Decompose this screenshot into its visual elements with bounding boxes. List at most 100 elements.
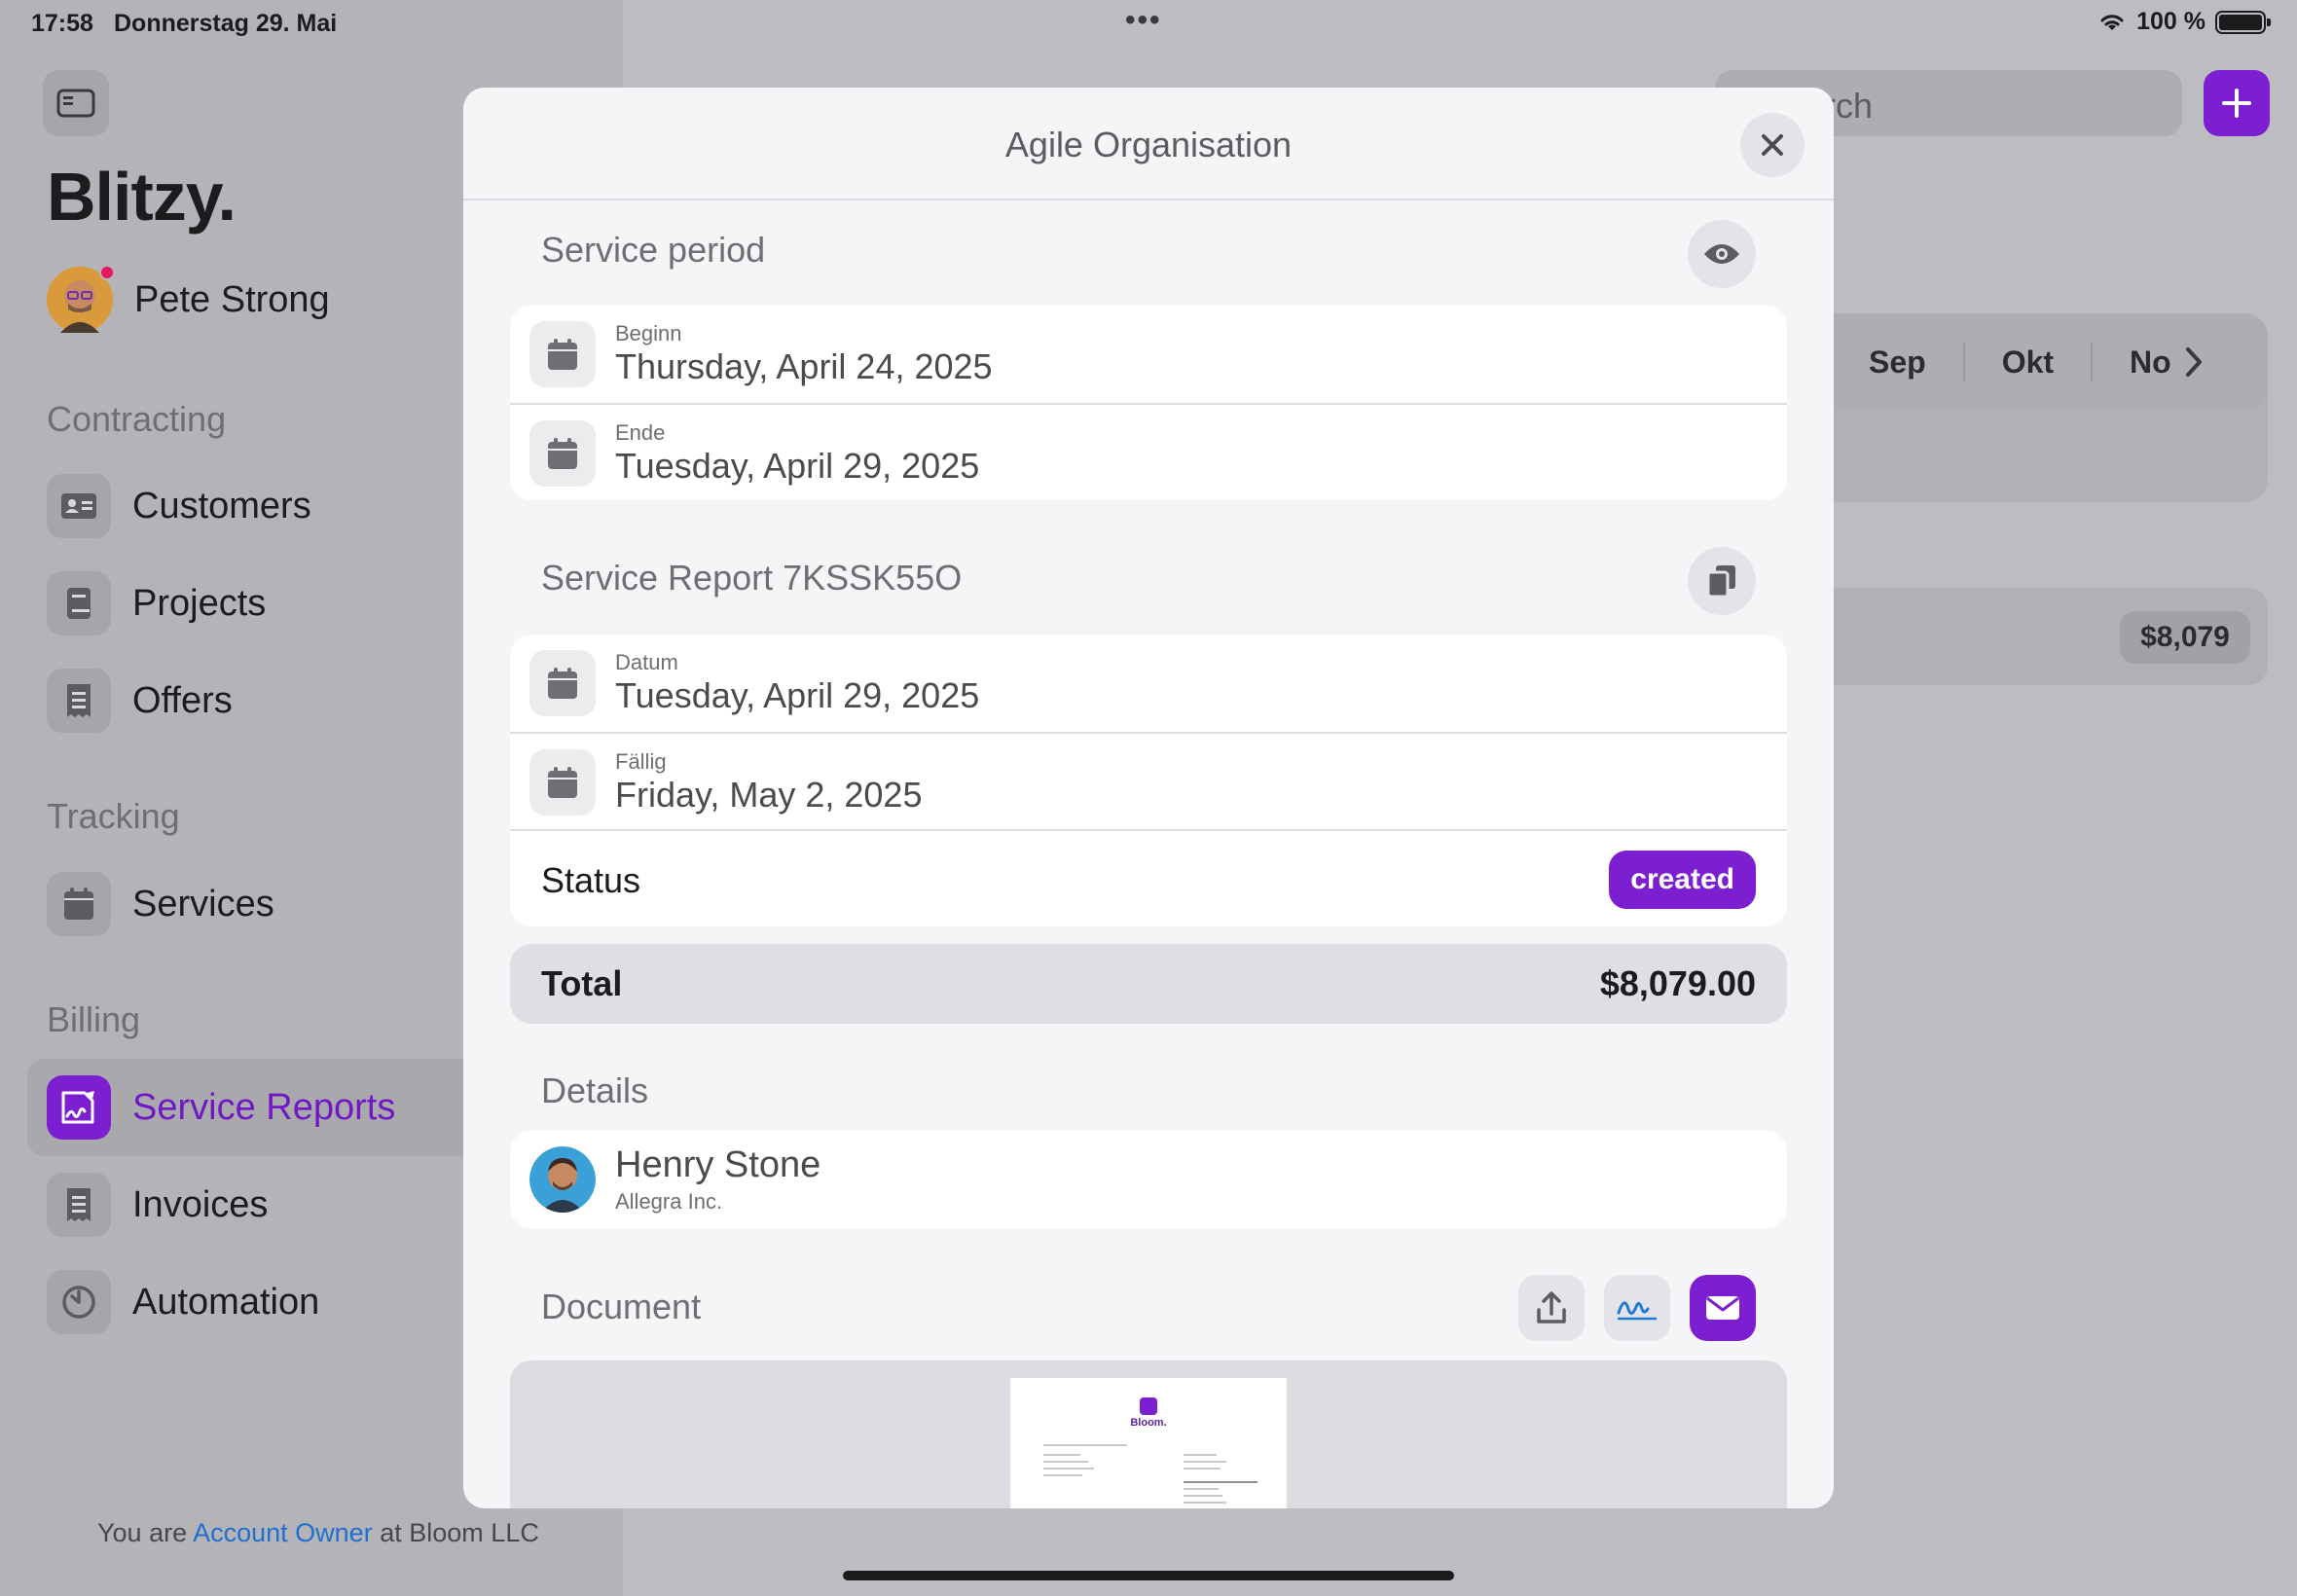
date-value: Tuesday, April 29, 2025 xyxy=(615,675,980,715)
eye-icon xyxy=(1704,244,1739,264)
sidebar-item-invoices[interactable]: Invoices xyxy=(47,1170,268,1240)
service-report-modal: Agile Organisation Service period Beginn… xyxy=(463,88,1834,1508)
section-title-tracking: Tracking xyxy=(47,796,180,836)
begin-value: Thursday, April 24, 2025 xyxy=(615,346,993,386)
battery-icon xyxy=(2215,10,2271,34)
month-item[interactable]: Okt xyxy=(1962,343,2091,381)
sidebar-item-services[interactable]: Services xyxy=(47,869,274,939)
modal-header: Agile Organisation xyxy=(463,88,1834,200)
details-label: Details xyxy=(541,1070,649,1110)
close-icon xyxy=(1762,134,1783,156)
calendar-icon xyxy=(529,749,596,816)
sidebar-icon xyxy=(56,89,95,118)
amount-badge: $8,079 xyxy=(2120,611,2250,664)
month-item[interactable]: No xyxy=(2091,343,2183,381)
footer-org: Bloom LLC xyxy=(409,1518,539,1547)
contact-avatar xyxy=(529,1146,596,1213)
total-value: $8,079.00 xyxy=(1599,963,1756,1003)
wifi-icon xyxy=(2100,14,2124,30)
total-label: Total xyxy=(541,963,623,1003)
status-date: Donnerstag 29. Mai xyxy=(114,10,338,37)
user-avatar xyxy=(47,265,115,333)
status-time: 17:58 xyxy=(31,10,93,37)
month-item[interactable]: Sep xyxy=(1830,343,1963,381)
service-report-card: Datum Tuesday, April 29, 2025 Fällig Fri… xyxy=(510,635,1787,926)
sidebar-item-projects[interactable]: Projects xyxy=(47,568,266,638)
close-button[interactable] xyxy=(1740,113,1805,177)
chevron-right-icon[interactable] xyxy=(2183,345,2205,379)
modal-title: Agile Organisation xyxy=(1004,125,1293,164)
email-button[interactable] xyxy=(1690,1275,1756,1341)
account-role-link[interactable]: Account Owner xyxy=(193,1518,373,1547)
month-strip: Sep Okt No xyxy=(1830,313,2205,411)
details-card: Henry Stone Allegra Inc. xyxy=(510,1131,1787,1228)
receipt-icon xyxy=(47,1173,111,1237)
due-date-row[interactable]: Fällig Friday, May 2, 2025 xyxy=(510,732,1787,829)
document-brand: Bloom. xyxy=(1130,1417,1167,1429)
add-button[interactable] xyxy=(2204,70,2270,136)
end-date-row[interactable]: Ende Tuesday, April 29, 2025 xyxy=(510,403,1787,500)
calendar-icon xyxy=(529,321,596,387)
calendar-icon xyxy=(529,420,596,487)
sidebar-item-label: Customers xyxy=(132,485,311,526)
calendar-icon xyxy=(47,872,111,936)
notification-dot xyxy=(99,265,115,280)
id-card-icon xyxy=(47,474,111,538)
service-period-card: Beginn Thursday, April 24, 2025 Ende Tue… xyxy=(510,306,1787,500)
book-icon xyxy=(47,571,111,635)
preview-button[interactable] xyxy=(1688,220,1756,288)
user-profile[interactable]: Pete Strong xyxy=(47,265,330,333)
app-logo: Blitzy. xyxy=(47,159,237,235)
sidebar-item-label: Offers xyxy=(132,679,233,721)
sidebar-item-offers[interactable]: Offers xyxy=(47,666,233,736)
account-footer: You are Account Owner at Bloom LLC xyxy=(97,1518,539,1548)
copy-icon xyxy=(1706,565,1735,598)
footer-middle: at xyxy=(380,1518,402,1547)
document-preview-area[interactable]: Bloom. xyxy=(510,1360,1787,1508)
signature-doc-icon xyxy=(47,1075,111,1140)
battery-percent: 100 % xyxy=(2136,8,2206,35)
calendar-icon xyxy=(529,650,596,716)
brand-logo-mark xyxy=(1140,1397,1157,1415)
begin-caption: Beginn xyxy=(615,321,682,345)
sign-button[interactable] xyxy=(1604,1275,1670,1341)
envelope-icon xyxy=(1706,1296,1739,1320)
due-value: Friday, May 2, 2025 xyxy=(615,775,923,815)
report-date-row[interactable]: Datum Tuesday, April 29, 2025 xyxy=(510,635,1787,732)
status-label: Status xyxy=(541,860,641,900)
timer-icon xyxy=(47,1270,111,1334)
sidebar-item-automation[interactable]: Automation xyxy=(47,1267,319,1337)
plus-icon xyxy=(2222,89,2251,118)
sidebar-item-label: Automation xyxy=(132,1281,320,1323)
begin-date-row[interactable]: Beginn Thursday, April 24, 2025 xyxy=(510,306,1787,403)
sidebar-toggle-button[interactable] xyxy=(43,70,109,136)
share-icon xyxy=(1537,1291,1566,1324)
multitasking-dots-icon[interactable]: ••• xyxy=(1125,4,1162,37)
section-title-contracting: Contracting xyxy=(47,399,227,439)
status-badge[interactable]: created xyxy=(1609,851,1756,909)
copy-button[interactable] xyxy=(1688,547,1756,615)
signature-icon xyxy=(1617,1301,1658,1321)
receipt-icon xyxy=(47,669,111,733)
total-bar: Total $8,079.00 xyxy=(510,944,1787,1024)
sidebar-item-label: Services xyxy=(132,883,274,925)
sidebar-item-service-reports[interactable]: Service Reports xyxy=(47,1072,395,1143)
contact-row[interactable]: Henry Stone Allegra Inc. xyxy=(510,1131,1787,1228)
document-preview-page: Bloom. xyxy=(1010,1378,1287,1508)
sidebar-item-label: Service Reports xyxy=(132,1086,396,1128)
end-value: Tuesday, April 29, 2025 xyxy=(615,446,980,486)
sidebar-item-customers[interactable]: Customers xyxy=(47,471,311,541)
footer-prefix: You are xyxy=(97,1518,188,1547)
contact-name: Henry Stone xyxy=(615,1144,821,1185)
status-bar: 17:58 Donnerstag 29. Mai ••• 100 % xyxy=(0,0,2297,47)
sidebar-item-label: Invoices xyxy=(132,1183,269,1225)
date-caption: Datum xyxy=(615,650,678,674)
document-label: Document xyxy=(541,1287,702,1326)
contact-company: Allegra Inc. xyxy=(615,1189,723,1214)
share-button[interactable] xyxy=(1518,1275,1585,1341)
status-indicators: 100 % xyxy=(2097,8,2271,36)
home-indicator[interactable] xyxy=(843,1571,1454,1580)
user-name: Pete Strong xyxy=(134,278,330,320)
service-period-label: Service period xyxy=(541,230,766,270)
status-row[interactable]: Status created xyxy=(510,829,1787,926)
